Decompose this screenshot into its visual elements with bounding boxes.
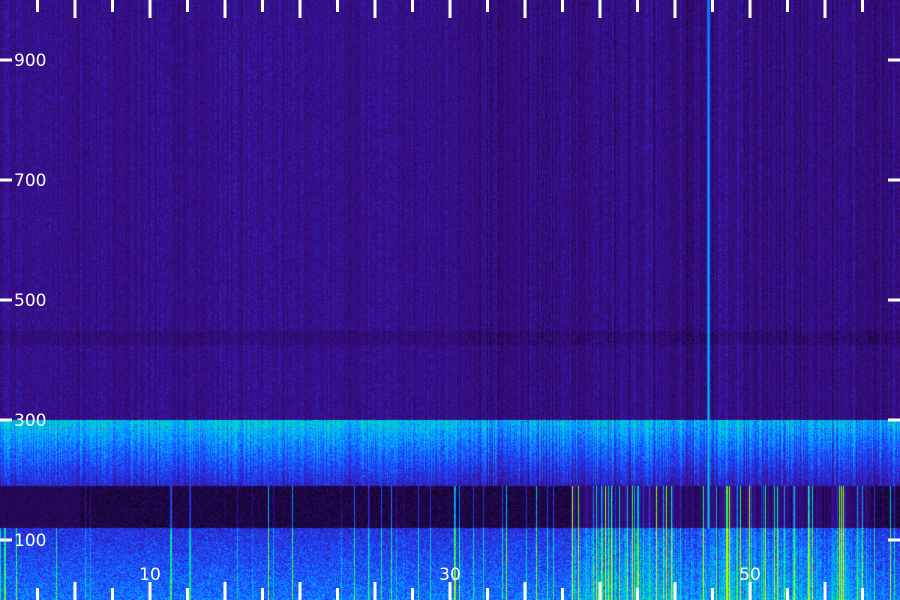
x-tick-label: 10 <box>139 565 161 585</box>
y-tick-label: 500 <box>14 291 46 311</box>
y-tick-label: 300 <box>14 411 46 431</box>
x-tick-label: 50 <box>739 565 761 585</box>
y-tick-label: 700 <box>14 171 46 191</box>
x-tick-label: 30 <box>439 565 461 585</box>
x-axis-ticks: 10 30 50 <box>36 0 864 600</box>
y-axis-ticks: 100 300 500 700 900 <box>0 51 900 551</box>
axis-overlay: 10 30 50 100 300 500 700 900 <box>0 0 900 600</box>
y-tick-label: 100 <box>14 531 46 551</box>
y-tick-label: 900 <box>14 51 46 71</box>
